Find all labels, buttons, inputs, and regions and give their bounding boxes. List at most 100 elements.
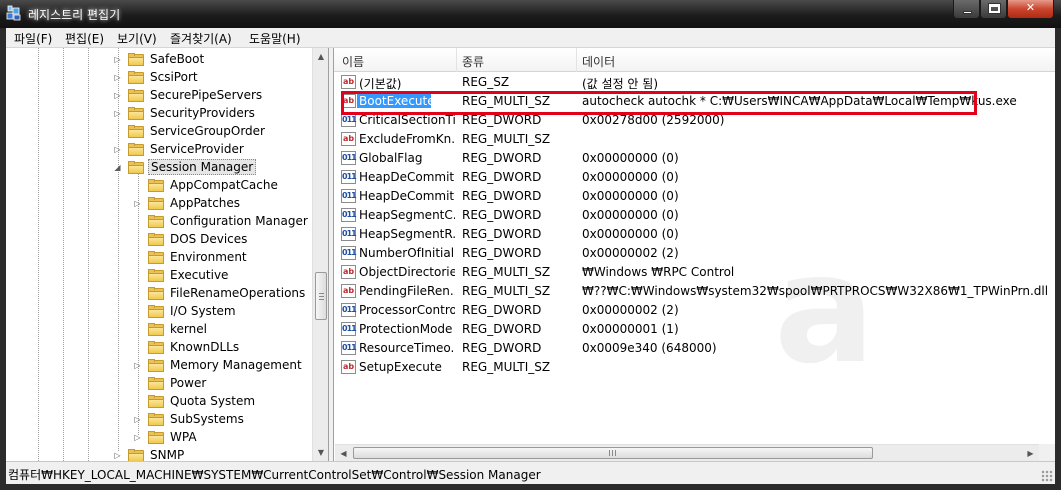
tree-item[interactable]: ▷ ScsiPort [113, 68, 200, 86]
value-row[interactable]: ab SetupExecute REG_MULTI_SZ [334, 358, 1055, 377]
column-name-header[interactable]: 이름 [342, 53, 364, 70]
expand-arrow-icon[interactable]: ▷ [133, 433, 142, 442]
list-scroll-thumb[interactable] [353, 447, 873, 459]
value-name: CriticalSectionTi... [359, 113, 455, 127]
value-row[interactable]: 011 HeapSegmentR... REG_DWORD 0x00000000 (0… [334, 225, 1055, 244]
tree-item[interactable]: DOS Devices [133, 230, 249, 248]
scroll-up-arrow-icon[interactable]: ▲ [313, 48, 328, 65]
value-data: 0x0009e340 (648000) [582, 341, 717, 355]
column-divider[interactable] [576, 48, 577, 72]
minimize-button[interactable] [953, 0, 980, 19]
value-row[interactable]: 011 ProtectionMode REG_DWORD 0x00000001 (1) [334, 320, 1055, 339]
value-row[interactable]: 011 ProcessorControl REG_DWORD 0x00000002 (… [334, 301, 1055, 320]
value-type: REG_MULTI_SZ [462, 132, 551, 146]
string-value-icon: ab [341, 265, 356, 279]
value-row[interactable]: 011 HeapDeCommit... REG_DWORD 0x00000000 (0… [334, 168, 1055, 187]
close-button[interactable]: ✕ [1007, 0, 1054, 19]
value-list[interactable]: 이름 종류 데이터 a ab (기본값) REG_SZ (값 설정 안 됨) ab Boo… [333, 48, 1055, 461]
value-type: REG_DWORD [462, 113, 542, 127]
client-area: ▷ SafeBoot ▷ ScsiPort ▷ SecurePipeServers ▷ Sec… [6, 48, 1055, 461]
menu-help[interactable]: 도움말(H) [249, 30, 301, 47]
expand-arrow-icon[interactable]: ▷ [113, 91, 122, 100]
value-row[interactable]: ab ObjectDirectories REG_MULTI_SZ ₩Windows … [334, 263, 1055, 282]
collapse-arrow-icon[interactable]: ◢ [113, 163, 122, 172]
tree-item[interactable]: AppCompatCache [133, 176, 280, 194]
scroll-left-arrow-icon[interactable]: ◀ [335, 445, 352, 461]
scrollbar-corner [1039, 444, 1055, 461]
tree-item[interactable]: ServiceGroupOrder [113, 122, 267, 140]
expand-arrow-icon[interactable]: ▷ [113, 109, 122, 118]
tree-item[interactable]: KnownDLLs [133, 338, 241, 356]
grip-line [319, 299, 324, 300]
tree-item-label: SubSystems [170, 412, 244, 426]
expand-arrow-icon[interactable]: ▷ [133, 361, 142, 370]
tree-item[interactable]: ▷ SafeBoot [113, 50, 206, 68]
tree-item-label: AppPatches [170, 196, 241, 210]
string-value-icon: ab [341, 75, 356, 89]
expand-arrow-icon[interactable]: ▷ [113, 451, 122, 460]
value-row[interactable]: ab PendingFileRen... REG_MULTI_SZ ₩??₩C:₩Wi… [334, 282, 1055, 301]
tree-item[interactable]: FileRenameOperations [133, 284, 307, 302]
menu-edit[interactable]: 편집(E) [65, 30, 104, 47]
value-name: (기본값) [359, 77, 402, 91]
expand-arrow-icon [133, 325, 142, 334]
tree-item[interactable]: Environment [133, 248, 249, 266]
tree-item[interactable]: ▷ Memory Management [133, 356, 304, 374]
tree-item[interactable]: Executive [133, 266, 230, 284]
tree-item-label: SNMP [150, 448, 185, 461]
scroll-down-arrow-icon[interactable]: ▼ [313, 444, 328, 461]
tree-item[interactable]: Configuration Manager [133, 212, 310, 230]
tree-item-label: AppCompatCache [170, 178, 278, 192]
value-row[interactable]: 011 NumberOfInitial... REG_DWORD 0x00000002… [334, 244, 1055, 263]
tree-item[interactable]: ▷ AppPatches [133, 194, 242, 212]
expand-arrow-icon[interactable]: ▷ [133, 415, 142, 424]
menu-favorites[interactable]: 즐겨찾기(A) [170, 30, 232, 47]
tree-item[interactable]: ▷ WPA [133, 428, 199, 446]
scroll-right-arrow-icon[interactable]: ▶ [1022, 445, 1039, 461]
tree-scroll-thumb[interactable] [315, 272, 327, 320]
tree-item[interactable]: Power [133, 374, 208, 392]
column-type-header[interactable]: 종류 [462, 53, 484, 70]
title-bar[interactable]: 레지스트리 편집기 ✕ [0, 0, 1061, 28]
value-data: 0x00000001 (1) [582, 322, 679, 336]
expand-arrow-icon[interactable]: ▷ [113, 145, 122, 154]
folder-icon [128, 160, 144, 174]
value-type: REG_MULTI_SZ [462, 360, 551, 374]
tree-item[interactable]: ◢ Session Manager [113, 158, 257, 176]
tree-item[interactable]: kernel [133, 320, 209, 338]
value-row[interactable]: 011 GlobalFlag REG_DWORD 0x00000000 (0) [334, 149, 1055, 168]
value-row[interactable]: ab ExcludeFromKn... REG_MULTI_SZ [334, 130, 1055, 149]
tree-item[interactable]: ▷ SecurePipeServers [113, 86, 264, 104]
value-row[interactable]: 011 HeapSegmentC... REG_DWORD 0x00000000 (0… [334, 206, 1055, 225]
folder-icon [128, 52, 144, 66]
value-row[interactable]: 011 ResourceTimeo... REG_DWORD 0x0009e340 (… [334, 339, 1055, 358]
tree-item[interactable]: ▷ SecurityProviders [113, 104, 257, 122]
value-row[interactable]: 011 HeapDeCommit... REG_DWORD 0x00000000 (0… [334, 187, 1055, 206]
value-name: ProcessorControl [359, 303, 455, 317]
binary-value-icon: 011 [341, 170, 357, 184]
expand-arrow-icon[interactable]: ▷ [133, 199, 142, 208]
key-tree[interactable]: ▷ SafeBoot ▷ ScsiPort ▷ SecurePipeServers ▷ Sec… [6, 48, 329, 461]
maximize-button[interactable] [980, 0, 1007, 19]
tree-item[interactable]: ▷ SubSystems [133, 410, 246, 428]
menu-view[interactable]: 보기(V) [117, 30, 157, 47]
expand-arrow-icon[interactable]: ▷ [113, 73, 122, 82]
menu-file[interactable]: 파일(F) [14, 30, 52, 47]
value-name: PendingFileRen... [359, 284, 455, 298]
value-name: HeapDeCommit... [359, 170, 455, 184]
tree-item[interactable]: ▷ ServiceProvider [113, 140, 246, 158]
tree-item-label: SecurityProviders [150, 106, 255, 120]
tree-item[interactable]: ▷ SNMP [113, 446, 186, 461]
value-row[interactable]: ab (기본값) REG_SZ (값 설정 안 됨) [334, 73, 1055, 92]
tree-vertical-scrollbar[interactable]: ▲ ▼ [312, 48, 328, 461]
list-horizontal-scrollbar[interactable]: ◀ ▶ [335, 444, 1039, 461]
expand-arrow-icon[interactable]: ▷ [113, 55, 122, 64]
tree-item[interactable]: Quota System [133, 392, 257, 410]
resize-gripper-icon[interactable] [1041, 470, 1053, 482]
binary-value-icon: 011 [341, 246, 357, 260]
tree-item[interactable]: I/O System [133, 302, 238, 320]
column-divider[interactable] [456, 48, 457, 72]
column-data-header[interactable]: 데이터 [582, 53, 615, 70]
tree-item-label: Quota System [170, 394, 256, 408]
folder-icon [148, 250, 164, 264]
